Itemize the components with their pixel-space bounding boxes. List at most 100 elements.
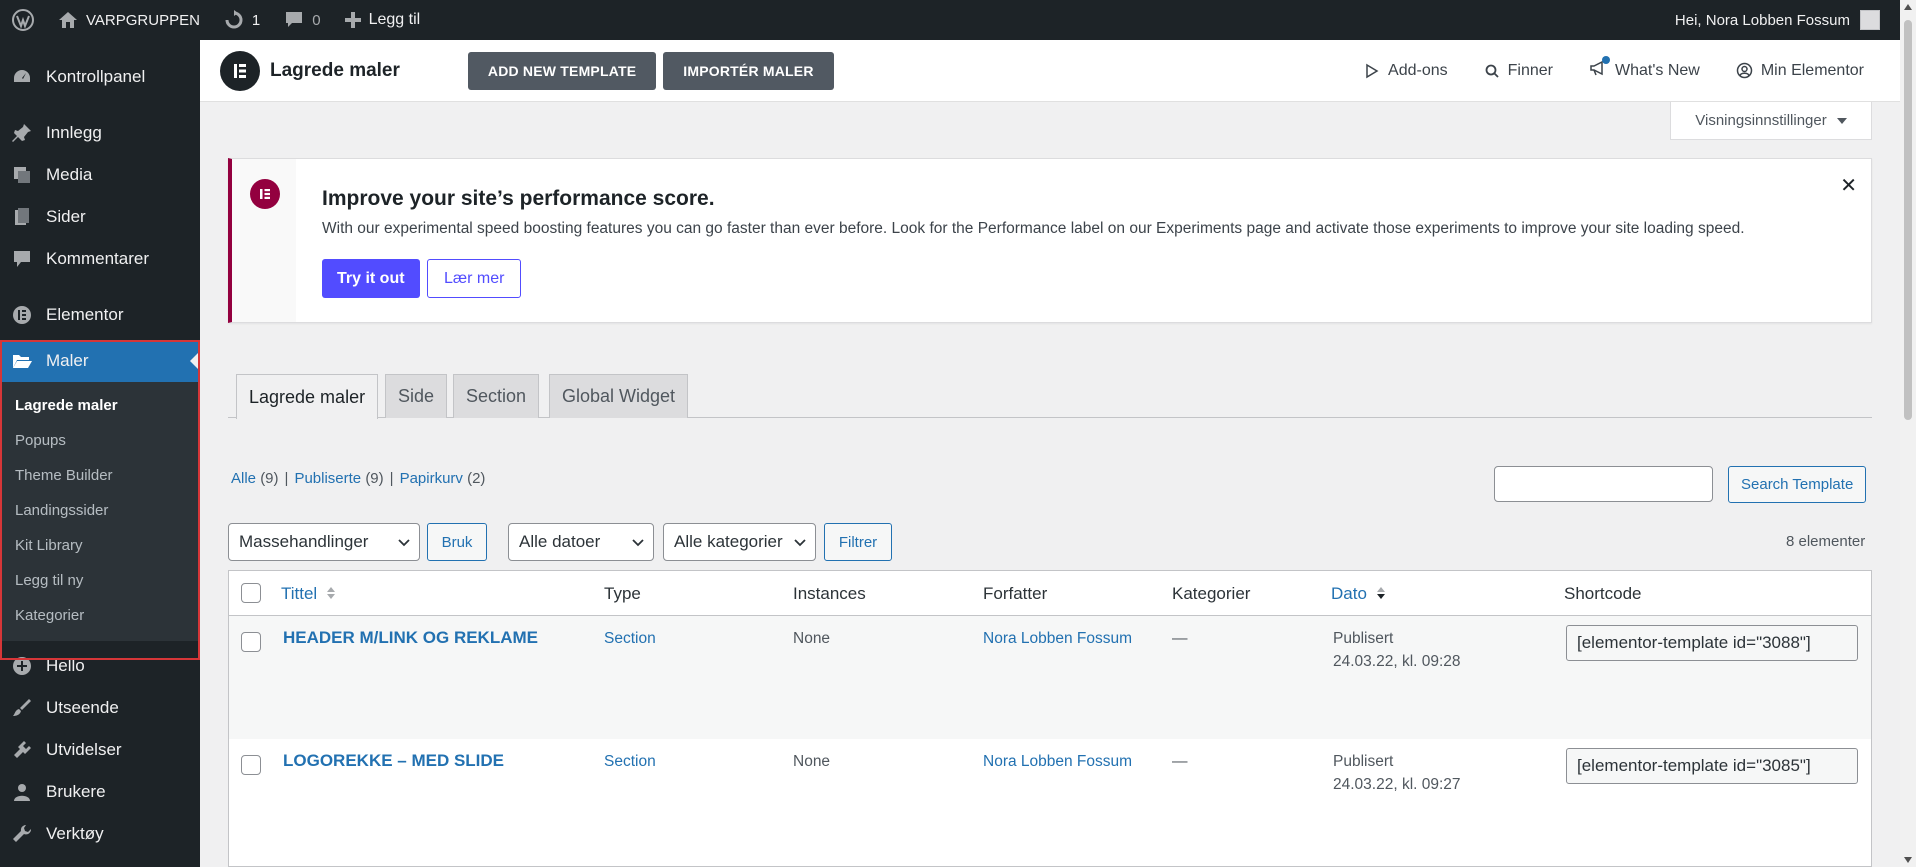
- sidebar-item-label: Kommentarer: [46, 249, 149, 268]
- submenu-item-theme-builder[interactable]: Theme Builder: [0, 458, 200, 493]
- template-instances: None: [793, 630, 831, 647]
- categories-value: Alle kategorier: [674, 532, 783, 551]
- try-it-out-button[interactable]: Try it out: [322, 259, 420, 298]
- sidebar-item-users[interactable]: Brukere: [0, 771, 200, 813]
- template-date: 24.03.22, kl. 09:27: [1333, 776, 1461, 793]
- finder-label: Finner: [1507, 61, 1553, 79]
- template-instances: None: [793, 753, 831, 770]
- my-elementor-link[interactable]: Min Elementor: [1736, 62, 1864, 80]
- screen-options-toggle[interactable]: Visningsinnstillinger: [1670, 102, 1872, 140]
- learn-more-button[interactable]: Lær mer: [427, 259, 522, 298]
- greeting: Hei, Nora Lobben Fossum: [1674, 11, 1850, 29]
- tab-section[interactable]: Section: [453, 374, 540, 418]
- search-input[interactable]: [1494, 466, 1713, 502]
- comments-count: 0: [312, 11, 321, 29]
- bulk-actions-select[interactable]: Massehandlinger: [228, 523, 420, 561]
- apply-button[interactable]: Bruk: [427, 523, 487, 561]
- filter-trash-link[interactable]: Papirkurv: [400, 470, 463, 487]
- new-content-link[interactable]: Legg til: [333, 0, 433, 40]
- sidebar-item-templates[interactable]: Maler: [0, 340, 200, 382]
- chevron-down-icon: [398, 539, 410, 547]
- filter-trash-count: (2): [467, 470, 486, 487]
- sidebar-item-tools[interactable]: Verktøy: [0, 813, 200, 855]
- sidebar-item-appearance[interactable]: Utseende: [0, 687, 200, 729]
- close-icon[interactable]: ✕: [1840, 173, 1857, 198]
- sidebar-item-label: Utvidelser: [46, 740, 122, 759]
- row-checkbox[interactable]: [241, 755, 261, 775]
- scrollbar-thumb[interactable]: [1904, 20, 1912, 420]
- chevron-down-icon: [794, 539, 806, 547]
- table-row: HEADER M/LINK OG REKLAME Section None No…: [229, 616, 1871, 739]
- wrench-icon: [12, 824, 32, 844]
- filter-button[interactable]: Filtrer: [824, 523, 892, 561]
- elementor-logo-icon: [220, 50, 260, 91]
- media-icon: [12, 165, 32, 185]
- submenu-item-kit-library[interactable]: Kit Library: [0, 528, 200, 563]
- plugin-icon: [12, 740, 32, 760]
- dates-value: Alle datoer: [519, 532, 601, 551]
- row-checkbox[interactable]: [241, 632, 261, 652]
- scroll-down-icon[interactable]: [1904, 857, 1912, 863]
- brush-icon: [12, 698, 32, 718]
- sidebar-item-elementor[interactable]: Elementor: [0, 294, 200, 336]
- template-author[interactable]: Nora Lobben Fossum: [983, 630, 1132, 648]
- addons-link[interactable]: Add-ons: [1364, 62, 1448, 80]
- import-templates-button[interactable]: IMPORTÉR MALER: [663, 51, 834, 90]
- submenu-item-add-new[interactable]: Legg til ny: [0, 563, 200, 598]
- filter-all[interactable]: Alle (9): [231, 470, 279, 487]
- wordpress-logo-icon[interactable]: [0, 0, 46, 40]
- sidebar-item-label: Hello: [46, 656, 85, 675]
- filter-trash[interactable]: Papirkurv (2): [400, 470, 486, 487]
- sort-icon: [326, 587, 335, 599]
- sidebar-item-plugins[interactable]: Utvidelser: [0, 729, 200, 771]
- column-title[interactable]: Tittel: [281, 584, 336, 604]
- column-shortcode: Shortcode: [1564, 584, 1642, 603]
- sidebar-item-posts[interactable]: Innlegg: [0, 112, 200, 154]
- search-template-button[interactable]: Search Template: [1728, 466, 1867, 503]
- column-title-label: Tittel: [281, 584, 318, 603]
- column-type: Type: [604, 584, 641, 603]
- template-type[interactable]: Section: [604, 753, 656, 771]
- sidebar-item-comments[interactable]: Kommentarer: [0, 238, 200, 280]
- categories-select[interactable]: Alle kategorier: [663, 523, 816, 561]
- submenu-item-categories[interactable]: Kategorier: [0, 598, 200, 633]
- template-author[interactable]: Nora Lobben Fossum: [983, 753, 1132, 771]
- sidebar-item-pages[interactable]: Sider: [0, 196, 200, 238]
- shortcode-field[interactable]: [elementor-template id="3088"]: [1566, 625, 1858, 661]
- filter-all-link[interactable]: Alle: [231, 470, 256, 487]
- scroll-up-icon[interactable]: [1904, 4, 1912, 10]
- template-title-link[interactable]: HEADER M/LINK OG REKLAME: [283, 628, 538, 648]
- site-name-link[interactable]: VARPGRUPPEN: [46, 0, 212, 40]
- tab-global-widget[interactable]: Global Widget: [549, 374, 689, 418]
- submenu-item-landing-pages[interactable]: Landingssider: [0, 493, 200, 528]
- comments-link[interactable]: 0: [272, 0, 332, 40]
- column-date-label: Dato: [1331, 584, 1367, 603]
- tab-saved-templates[interactable]: Lagrede maler: [236, 374, 379, 419]
- sidebar-item-media[interactable]: Media: [0, 154, 200, 196]
- updates-link[interactable]: 1: [212, 0, 272, 40]
- select-all-checkbox[interactable]: [241, 583, 261, 603]
- column-date[interactable]: Dato: [1331, 584, 1386, 604]
- dates-select[interactable]: Alle datoer: [508, 523, 654, 561]
- shortcode-field[interactable]: [elementor-template id="3085"]: [1566, 748, 1858, 784]
- whats-new-link[interactable]: What's New: [1589, 56, 1700, 81]
- pin-icon: [12, 123, 32, 143]
- sidebar-item-hello[interactable]: Hello: [0, 645, 200, 687]
- account-menu[interactable]: Hei, Nora Lobben Fossum: [1675, 10, 1916, 30]
- submenu-item-saved-templates[interactable]: Lagrede maler: [0, 388, 200, 423]
- submenu-item-popups[interactable]: Popups: [0, 423, 200, 458]
- templates-table: Tittel Type Instances Forfatter Kategori…: [228, 570, 1872, 867]
- filter-published-link[interactable]: Publiserte: [294, 470, 361, 487]
- filter-published[interactable]: Publiserte (9): [294, 470, 383, 487]
- template-title-link[interactable]: LOGOREKKE – MED SLIDE: [283, 751, 504, 771]
- template-type[interactable]: Section: [604, 630, 656, 648]
- add-new-template-button[interactable]: ADD NEW TEMPLATE: [467, 51, 657, 90]
- tab-page[interactable]: Side: [385, 374, 448, 418]
- sidebar-item-dashboard[interactable]: Kontrollpanel: [0, 56, 200, 98]
- finder-link[interactable]: Finner: [1484, 62, 1553, 80]
- table-header: Tittel Type Instances Forfatter Kategori…: [229, 571, 1871, 616]
- page-scrollbar[interactable]: [1900, 0, 1916, 867]
- comment-icon: [286, 12, 303, 27]
- template-status: Publisert: [1333, 753, 1394, 770]
- sidebar-item-label: Kontrollpanel: [46, 67, 146, 86]
